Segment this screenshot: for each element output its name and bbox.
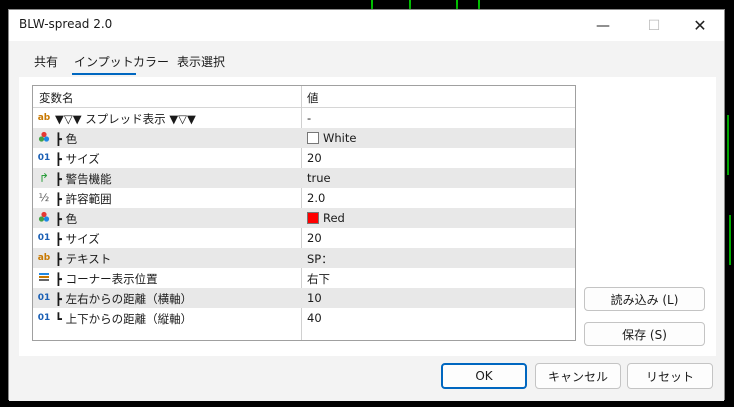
variable-name: ▼▽▼ スプレッド表示 ▼▽▼ (55, 112, 196, 126)
integer-type-icon: 01 (37, 153, 51, 163)
variable-name: ┣ サイズ (55, 232, 100, 246)
variable-name: ┣ コーナー表示位置 (55, 272, 158, 286)
variable-name: ┣ 色 (55, 212, 78, 226)
variable-value[interactable]: 20 (307, 151, 322, 165)
chart-candle (371, 0, 373, 9)
value-text: 40 (307, 311, 322, 325)
value-text: 2.0 (307, 191, 326, 205)
variable-name: ┣ 色 (55, 132, 78, 146)
tab-visualization[interactable]: 表示選択 (177, 53, 225, 70)
cancel-button[interactable]: キャンセル (535, 363, 621, 389)
variable-value[interactable]: 2.0 (307, 191, 325, 205)
window-title: BLW-spread 2.0 (19, 17, 113, 31)
save-button[interactable]: 保存 (S) (584, 322, 705, 346)
grid-row[interactable]: ½ ┣ 許容範囲 2.0 (33, 188, 575, 208)
grid-row[interactable]: ┣ コーナー表示位置 右下 (33, 268, 575, 288)
chart-candle (478, 0, 480, 9)
column-header-variable[interactable]: 変数名 (39, 90, 74, 106)
color-swatch (307, 212, 319, 224)
chart-candle (409, 0, 411, 9)
load-button[interactable]: 読み込み (L) (584, 287, 705, 311)
variable-value[interactable]: SP： (307, 251, 333, 267)
enum-type-icon (37, 271, 51, 285)
grid-row[interactable]: ┣ 色 Red (33, 208, 575, 228)
reset-button[interactable]: リセット (627, 363, 713, 389)
chart-candle (456, 0, 458, 9)
variable-name: ┣ 警告機能 (55, 172, 112, 186)
column-header-value[interactable]: 値 (307, 90, 319, 106)
variable-value[interactable]: Red (307, 211, 345, 225)
ok-button[interactable]: OK (441, 363, 527, 389)
value-text: 10 (307, 291, 322, 305)
text-type-icon: ab (37, 113, 51, 123)
tab-inputs[interactable]: インプット (72, 53, 136, 75)
text-type-icon: ab (37, 253, 51, 263)
maximize-button[interactable]: ☐ (631, 10, 677, 41)
variable-value[interactable]: 右下 (307, 271, 330, 287)
inputs-grid: 変数名 値 ab ▼▽▼ スプレッド表示 ▼▽▼ - ┣ 色 White 01 ┣ サイズ 2… (32, 85, 576, 341)
grid-row[interactable]: ab ▼▽▼ スプレッド表示 ▼▽▼ - (33, 108, 575, 128)
integer-type-icon: 01 (37, 233, 51, 243)
value-text: - (307, 111, 312, 125)
value-text: 20 (307, 151, 322, 165)
chart-candle (727, 115, 729, 175)
grid-header: 変数名 値 (33, 86, 575, 108)
variable-name: ┣ 左右からの距離（横軸） (55, 292, 193, 306)
grid-row[interactable]: ┣ 色 White (33, 128, 575, 148)
tab-common[interactable]: 共有 (34, 53, 58, 70)
bool-type-icon: ↱ (38, 171, 50, 185)
grid-row[interactable]: ab ┣ テキスト SP： (33, 248, 575, 268)
grid-row[interactable]: ↱ ┣ 警告機能 true (33, 168, 575, 188)
color-type-icon (37, 211, 51, 225)
variable-value[interactable]: 40 (307, 311, 322, 325)
variable-name: ┗ 上下からの距離（縦軸） (55, 312, 193, 326)
value-text: Red (323, 211, 345, 225)
dialog-window: BLW-spread 2.0 — ☐ ✕ 共有 インプット カラー 表示選択 変… (8, 9, 725, 401)
value-text: SP： (307, 252, 333, 266)
value-text: true (307, 171, 331, 185)
tab-colors[interactable]: カラー (133, 53, 169, 70)
variable-value[interactable]: White (307, 131, 356, 145)
integer-type-icon: 01 (37, 313, 51, 323)
grid-row[interactable]: 01 ┗ 上下からの距離（縦軸） 40 (33, 308, 575, 328)
minimize-button[interactable]: — (580, 10, 626, 41)
variable-value[interactable]: 10 (307, 291, 322, 305)
double-type-icon: ½ (38, 191, 50, 204)
title-bar: BLW-spread 2.0 — ☐ ✕ (9, 10, 724, 41)
value-text: White (323, 131, 357, 145)
tab-bar: 共有 インプット カラー 表示選択 (9, 41, 724, 77)
variable-value[interactable]: 20 (307, 231, 322, 245)
chart-candle (729, 215, 731, 265)
tab-content-panel: 変数名 値 ab ▼▽▼ スプレッド表示 ▼▽▼ - ┣ 色 White 01 ┣ サイズ 2… (19, 77, 716, 356)
color-type-icon (37, 131, 51, 145)
dialog-footer: OK キャンセル リセット (9, 356, 724, 401)
grid-row[interactable]: 01 ┣ サイズ 20 (33, 148, 575, 168)
grid-row[interactable]: 01 ┣ 左右からの距離（横軸） 10 (33, 288, 575, 308)
variable-name: ┣ 許容範囲 (55, 192, 112, 206)
variable-name: ┣ サイズ (55, 152, 100, 166)
variable-value[interactable]: true (307, 171, 331, 185)
grid-row[interactable]: 01 ┣ サイズ 20 (33, 228, 575, 248)
variable-name: ┣ テキスト (55, 252, 112, 266)
value-text: 20 (307, 231, 322, 245)
color-swatch (307, 132, 319, 144)
integer-type-icon: 01 (37, 293, 51, 303)
value-text: 右下 (307, 272, 330, 286)
variable-value[interactable]: - (307, 111, 311, 125)
close-button[interactable]: ✕ (677, 10, 723, 41)
